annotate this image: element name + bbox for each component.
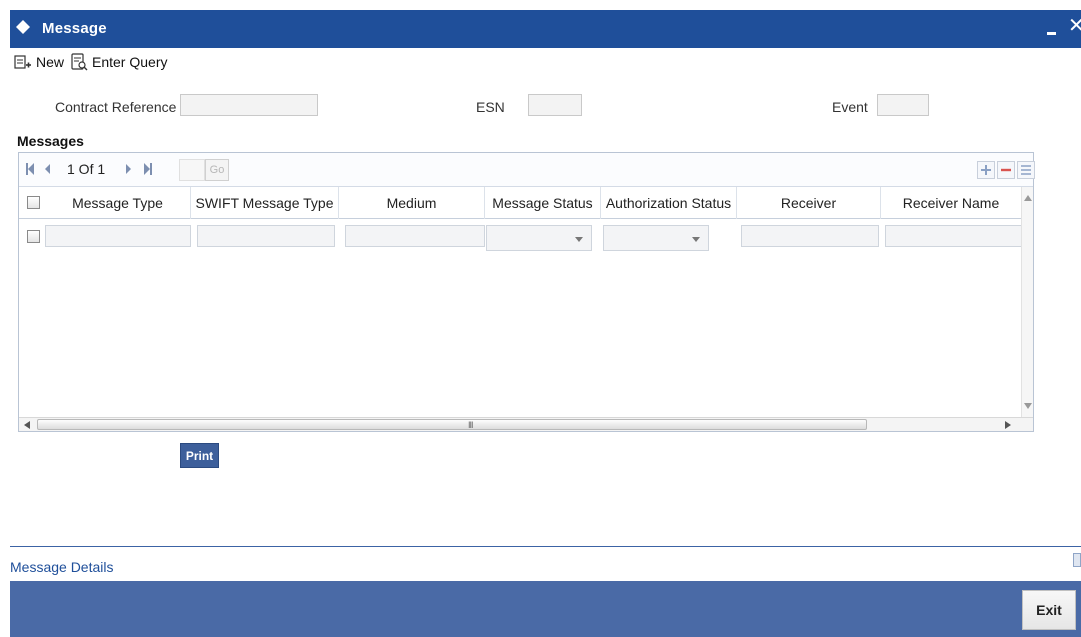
column-header-authorization-status[interactable]: Authorization Status xyxy=(601,187,737,219)
message-window: Message ✕ New Enter Query Contract Refer… xyxy=(10,10,1081,637)
divider xyxy=(10,546,1081,547)
vertical-scrollbar[interactable] xyxy=(1021,187,1033,417)
contract-reference-input[interactable] xyxy=(180,94,318,116)
scroll-left-icon[interactable] xyxy=(24,421,30,429)
medium-cell[interactable] xyxy=(345,225,485,247)
page-number-input[interactable] xyxy=(179,159,205,181)
message-status-select[interactable] xyxy=(486,225,592,251)
delete-row-icon[interactable] xyxy=(997,161,1015,179)
prev-page-icon[interactable] xyxy=(43,162,51,176)
authorization-status-select[interactable] xyxy=(603,225,709,251)
contract-reference-label: Contract Reference xyxy=(55,99,177,115)
grid-header: Message Type SWIFT Message Type Medium M… xyxy=(19,187,1023,219)
scroll-down-icon[interactable] xyxy=(1024,403,1032,409)
column-header-message-type[interactable]: Message Type xyxy=(45,187,191,219)
messages-grid: 1 Of 1 Go Message Type SWIFT Message Typ… xyxy=(18,152,1035,432)
column-header-receiver[interactable]: Receiver xyxy=(737,187,881,219)
add-row-icon[interactable] xyxy=(977,161,995,179)
message-details-link[interactable]: Message Details xyxy=(10,559,114,575)
collapse-icon[interactable] xyxy=(1073,553,1081,567)
exit-button[interactable]: Exit xyxy=(1022,590,1076,630)
enter-query-button[interactable]: Enter Query xyxy=(70,52,167,72)
new-button[interactable]: New xyxy=(14,52,64,72)
close-icon[interactable]: ✕ xyxy=(1068,16,1081,36)
pager-bar: 1 Of 1 Go xyxy=(19,153,1035,187)
minimize-icon[interactable] xyxy=(1045,18,1059,36)
first-page-icon[interactable] xyxy=(25,162,35,176)
pager-text: 1 Of 1 xyxy=(67,161,106,177)
footer-bar: Exit xyxy=(10,581,1081,637)
title-bar: Message ✕ xyxy=(10,10,1081,48)
column-header-message-status[interactable]: Message Status xyxy=(485,187,601,219)
go-button[interactable]: Go xyxy=(205,159,229,181)
single-view-icon[interactable] xyxy=(1017,161,1035,179)
swift-message-type-cell[interactable] xyxy=(197,225,335,247)
event-label: Event xyxy=(832,99,868,115)
esn-input[interactable] xyxy=(528,94,582,116)
last-page-icon[interactable] xyxy=(143,162,153,176)
column-header-receiver-name[interactable]: Receiver Name xyxy=(881,187,1021,219)
print-button[interactable]: Print xyxy=(180,443,219,468)
enter-query-icon xyxy=(71,53,88,71)
select-all-checkbox[interactable] xyxy=(27,196,40,209)
window-title: Message xyxy=(42,20,107,37)
enter-query-label: Enter Query xyxy=(92,54,168,70)
esn-label: ESN xyxy=(476,99,505,115)
receiver-cell[interactable] xyxy=(741,225,879,247)
new-label: New xyxy=(36,54,65,70)
table-row xyxy=(19,221,1023,253)
receiver-name-cell[interactable] xyxy=(885,225,1023,247)
row-checkbox[interactable] xyxy=(27,230,40,243)
column-header-medium[interactable]: Medium xyxy=(339,187,485,219)
diamond-icon xyxy=(16,20,30,34)
scroll-up-icon[interactable] xyxy=(1024,195,1032,201)
column-header-swift-message-type[interactable]: SWIFT Message Type xyxy=(191,187,339,219)
message-type-cell[interactable] xyxy=(45,225,191,247)
event-input[interactable] xyxy=(877,94,929,116)
toolbar: New Enter Query xyxy=(10,50,1081,76)
horizontal-scrollbar[interactable]: III xyxy=(19,417,1033,431)
next-page-icon[interactable] xyxy=(125,162,133,176)
scroll-grip: III xyxy=(468,420,473,430)
new-icon xyxy=(14,55,31,69)
messages-section-title: Messages xyxy=(17,133,84,149)
scroll-right-icon[interactable] xyxy=(1005,421,1011,429)
horizontal-scroll-thumb[interactable]: III xyxy=(37,419,867,430)
